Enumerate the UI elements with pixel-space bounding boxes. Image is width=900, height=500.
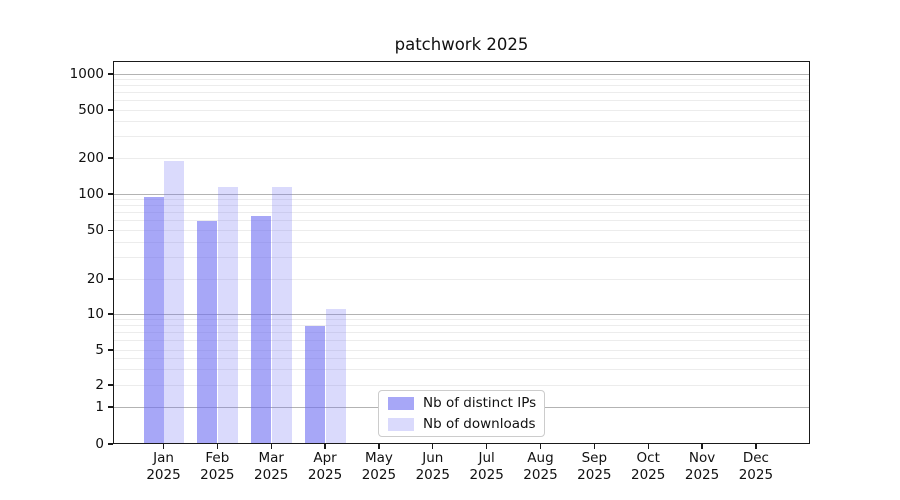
y-gridline-minor [113,92,810,93]
x-tick-label-line: Feb [187,450,247,467]
bar-feb-distinct-ips [197,221,217,444]
x-tick-mark [432,444,433,449]
y-tick-label: 100 [44,187,104,202]
x-tick-label-line: 2025 [672,467,732,484]
legend-item-downloads: Nb of downloads [388,416,535,432]
x-tick-mark [324,444,325,449]
x-tick-label-line: Jan [134,450,194,467]
x-tick-label-line: Oct [618,450,678,467]
x-tick-label: Sep2025 [564,450,624,483]
x-tick-label-line: Dec [726,450,786,467]
x-tick-label-line: Aug [510,450,570,467]
legend-label: Nb of downloads [423,416,536,432]
x-tick-label: Dec2025 [726,450,786,483]
bar-apr-distinct-ips [305,326,325,444]
y-tick-label: 2 [44,378,104,393]
x-tick-label-line: 2025 [457,467,517,484]
bar-mar-distinct-ips [251,216,271,444]
y-tick-mark [108,278,113,279]
x-tick-label: Mar2025 [241,450,301,483]
legend-label: Nb of distinct IPs [423,395,536,411]
x-tick-mark [701,444,702,449]
x-tick-label-line: May [349,450,409,467]
x-tick-label-line: 2025 [403,467,463,484]
y-tick-label: 1 [44,400,104,415]
x-tick-label-line: 2025 [134,467,194,484]
y-tick-mark [108,157,113,158]
x-tick-label-line: 2025 [295,467,355,484]
y-tick-label: 5 [44,343,104,358]
x-tick-label-line: 2025 [187,467,247,484]
x-tick-label-line: 2025 [510,467,570,484]
x-tick-mark [486,444,487,449]
x-tick-label-line: Apr [295,450,355,467]
y-tick-label: 1000 [44,67,104,82]
y-gridline-minor [113,121,810,122]
y-tick-label: 0 [44,437,104,452]
x-tick-label-line: 2025 [726,467,786,484]
y-tick-mark [108,230,113,231]
x-tick-mark [648,444,649,449]
x-tick-mark [594,444,595,449]
bar-jan-downloads [164,161,184,444]
x-tick-mark [540,444,541,449]
x-tick-label-line: 2025 [349,467,409,484]
y-tick-mark [108,406,113,407]
x-tick-label-line: Sep [564,450,624,467]
figure: patchwork 2025 0 1 2 5 10 20 50 100 200 500 1000 Ja… [0,0,900,500]
x-tick-label: Jan2025 [134,450,194,483]
y-tick-mark [108,109,113,110]
legend-swatch-distinct-ips-icon [388,397,414,410]
y-tick-label: 500 [44,103,104,118]
legend: Nb of distinct IPs Nb of downloads [378,390,545,437]
y-tick-label: 200 [44,151,104,166]
y-gridline-minor [113,85,810,86]
x-tick-label: Jun2025 [403,450,463,483]
x-tick-mark [163,444,164,449]
x-tick-mark [271,444,272,449]
y-gridline-minor [113,100,810,101]
x-tick-label-line: 2025 [564,467,624,484]
x-tick-label: Oct2025 [618,450,678,483]
bar-apr-downloads [326,309,346,444]
x-tick-label: Aug2025 [510,450,570,483]
x-tick-label-line: Jul [457,450,517,467]
y-tick-label: 10 [44,307,104,322]
x-tick-label: May2025 [349,450,409,483]
y-tick-label: 20 [44,272,104,287]
y-tick-mark [108,193,113,194]
legend-item-distinct-ips: Nb of distinct IPs [388,395,535,411]
x-tick-label-line: Nov [672,450,732,467]
y-tick-mark [108,349,113,350]
plot-area [113,61,810,444]
bar-feb-downloads [218,187,238,444]
y-tick-mark [108,313,113,314]
x-tick-label: Nov2025 [672,450,732,483]
x-tick-label-line: 2025 [241,467,301,484]
x-tick-label: Apr2025 [295,450,355,483]
x-tick-mark [755,444,756,449]
y-tick-label: 50 [44,223,104,238]
y-gridline-minor [113,136,810,137]
x-tick-label-line: Jun [403,450,463,467]
y-tick-mark [108,73,113,74]
x-tick-label-line: 2025 [618,467,678,484]
chart-title: patchwork 2025 [113,35,810,54]
x-tick-label-line: Mar [241,450,301,467]
bar-mar-downloads [272,187,292,444]
bar-jan-distinct-ips [144,197,164,444]
y-gridline-minor [113,158,810,159]
x-tick-mark [378,444,379,449]
legend-swatch-downloads-icon [388,418,414,431]
y-tick-mark [108,384,113,385]
y-gridline-major [113,74,810,75]
y-tick-mark [108,443,113,444]
y-gridline-minor [113,79,810,80]
y-gridline-minor [113,110,810,111]
x-tick-mark [217,444,218,449]
x-tick-label: Jul2025 [457,450,517,483]
x-tick-label: Feb2025 [187,450,247,483]
